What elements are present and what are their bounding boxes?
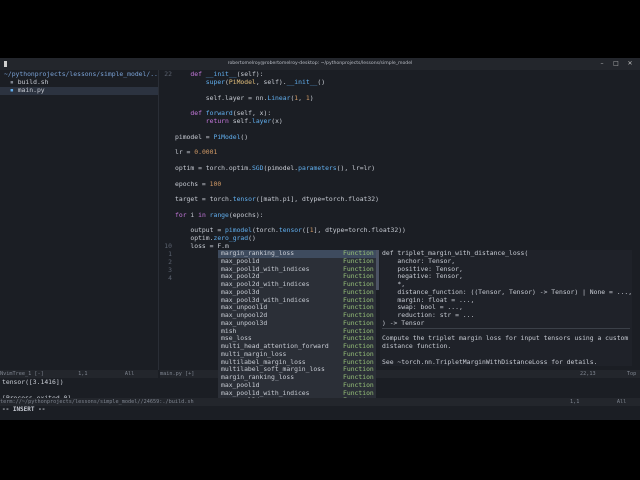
python-file-icon: ▪ bbox=[10, 86, 18, 94]
code-line: for i in range(epochs): bbox=[175, 210, 264, 219]
minimize-icon[interactable]: – bbox=[598, 60, 606, 68]
doc-line: distance function. bbox=[382, 342, 452, 350]
close-icon[interactable]: ✕ bbox=[626, 60, 634, 68]
code-line: self.layer = nn.Linear(1, 1) bbox=[175, 93, 314, 102]
code-line: pimodel = PiModel() bbox=[175, 132, 249, 141]
code-line: target = torch.tensor([math.pi], dtype=t… bbox=[175, 195, 379, 203]
doc-line: ) -> Tensor bbox=[382, 318, 425, 327]
window-menu-icon[interactable] bbox=[4, 61, 7, 67]
tree-file-main[interactable]: ▪ main.py bbox=[0, 86, 158, 95]
doc-line: See ~torch.nn.TripletMarginWithDistanceL… bbox=[382, 357, 598, 366]
code-line: epochs = 100 bbox=[175, 179, 222, 188]
completion-scrollbar[interactable] bbox=[376, 250, 379, 290]
file-tree: ~/pythonprojects/lessons/simple_model/..… bbox=[0, 70, 158, 370]
split-divider[interactable] bbox=[158, 70, 159, 370]
doc-divider bbox=[382, 328, 630, 329]
code-line: optim = torch.optim.SGD(pimodel.paramete… bbox=[175, 164, 376, 172]
code-line: super(PiModel, self).__init__() bbox=[205, 78, 326, 86]
documentation-popup: def triplet_margin_with_distance_loss( a… bbox=[380, 249, 632, 366]
terminal-line: tensor([3.1416]) bbox=[2, 378, 64, 386]
code-line: return self.layer(x) bbox=[175, 117, 283, 125]
terminal-status-line: term://~/pythonprojects/lessons/simple_m… bbox=[0, 398, 640, 406]
code-line: lr = 0.0001 bbox=[175, 148, 218, 156]
title-bar: robertomelroy@robertomelroy-desktop: ~/p… bbox=[0, 58, 640, 70]
mode-indicator: -- INSERT -- bbox=[2, 406, 46, 413]
window-title: robertomelroy@robertomelroy-desktop: ~/p… bbox=[227, 61, 413, 66]
maximize-icon[interactable]: □ bbox=[612, 60, 620, 68]
tree-status-line: NvimTree_1 [-] 1,1 All bbox=[0, 370, 158, 378]
completion-menu[interactable]: margin_ranking_loss Function max_pool1d Fu… bbox=[218, 249, 376, 406]
file-icon: ▪ bbox=[10, 78, 18, 86]
